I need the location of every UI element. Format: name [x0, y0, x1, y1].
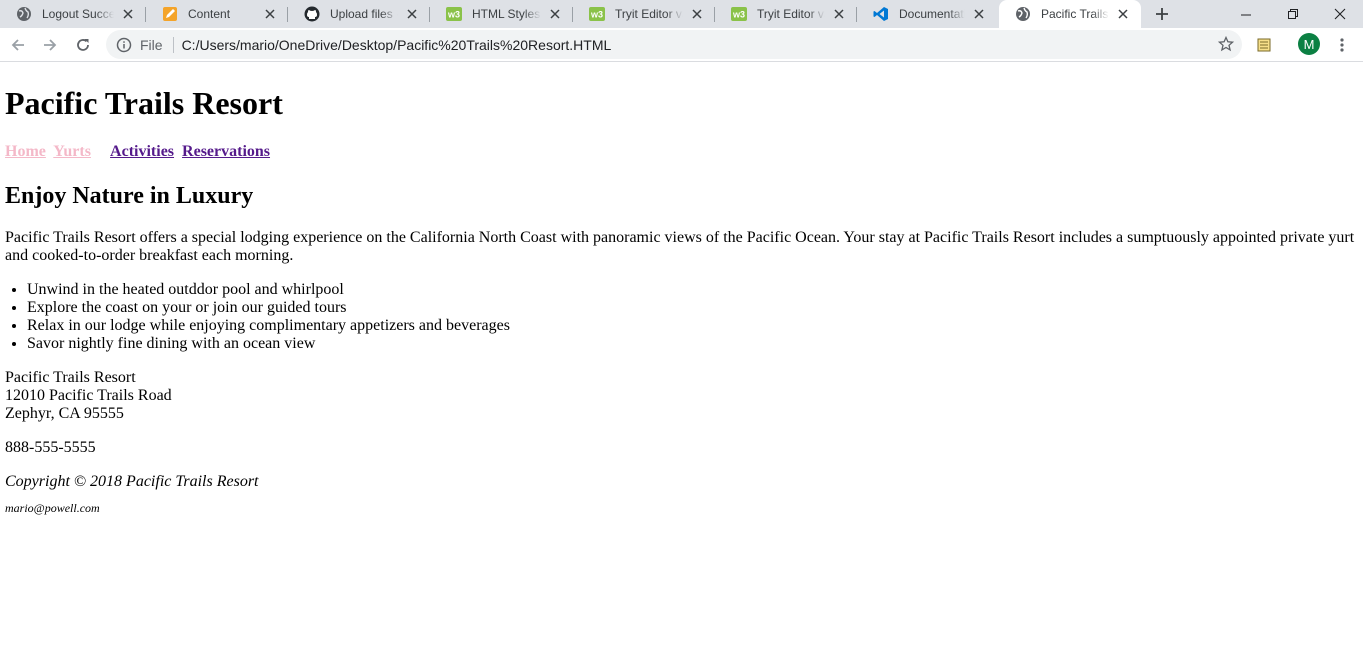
tab-title: HTML Styles: [472, 7, 541, 21]
list-item: Unwind in the heated outddor pool and wh…: [27, 281, 1358, 299]
tab-title: Pacific Trails Resort: [1041, 7, 1109, 21]
intro-paragraph: Pacific Trails Resort offers a special l…: [5, 229, 1355, 264]
list-item: Explore the coast on your or join our gu…: [27, 299, 1358, 317]
tab-title: Documentation: [899, 7, 965, 21]
nav-activities-link[interactable]: Activities: [110, 143, 174, 160]
minimize-icon: [1240, 14, 1251, 15]
close-icon: [1334, 8, 1346, 20]
tab-html-styles[interactable]: w3 HTML Styles: [430, 0, 573, 28]
arrow-right-icon: [44, 39, 57, 51]
tab-content[interactable]: Content: [146, 0, 288, 28]
url-text[interactable]: C:/Users/mario/OneDrive/Desktop/Pacific%…: [182, 37, 612, 53]
close-icon[interactable]: [971, 6, 987, 22]
tab-logout[interactable]: Logout Successful: [0, 0, 146, 28]
window-close-button[interactable]: [1317, 0, 1363, 28]
copyright-text: Copyright © 2018 Pacific Trails Resort: [5, 473, 259, 490]
scheme-label: File: [140, 36, 163, 53]
close-icon[interactable]: [262, 6, 278, 22]
close-icon[interactable]: [120, 6, 136, 22]
browser-toolbar: File C:/Users/mario/OneDrive/Desktop/Pac…: [0, 28, 1363, 62]
list-item: Savor nightly fine dining with an ocean …: [27, 335, 1358, 353]
profile-avatar[interactable]: M: [1298, 33, 1320, 55]
extension-icon: [1257, 38, 1271, 52]
github-icon: [304, 6, 320, 22]
plus-icon: [1156, 8, 1168, 20]
back-button[interactable]: [5, 32, 31, 58]
arrow-left-icon: [11, 39, 24, 51]
close-icon[interactable]: [404, 6, 420, 22]
restore-button[interactable]: [1270, 0, 1316, 28]
tab-pacific-trails[interactable]: Pacific Trails Resort: [999, 0, 1141, 28]
tab-tryit-editor-2[interactable]: w3 Tryit Editor v3.6: [715, 0, 857, 28]
tab-title: Upload files · mario: [330, 7, 398, 21]
list-item: Relax in our lodge while enjoying compli…: [27, 317, 1358, 335]
phone-number: 888-555-5555: [5, 439, 96, 456]
forward-button[interactable]: [37, 32, 63, 58]
nav-reservations-link[interactable]: Reservations: [182, 143, 270, 160]
svg-text:w3: w3: [732, 10, 745, 20]
reload-icon: [77, 39, 89, 51]
minimize-button[interactable]: [1223, 0, 1269, 28]
address-city: Zephyr, CA 95555: [5, 405, 124, 422]
vscode-icon: [873, 6, 889, 22]
tab-strip: Logout Successful Content Upload files ·…: [0, 0, 1363, 28]
tab-title: Logout Successful: [42, 7, 114, 21]
features-list: Unwind in the heated outddor pool and wh…: [5, 281, 1358, 353]
close-icon[interactable]: [831, 6, 847, 22]
tab-title: Tryit Editor v3.6: [615, 7, 683, 21]
svg-text:w3: w3: [447, 10, 460, 20]
address-name: Pacific Trails Resort: [5, 369, 136, 386]
tab-tryit-editor-1[interactable]: w3 Tryit Editor v3.6: [573, 0, 715, 28]
kebab-menu-icon: [1340, 38, 1344, 52]
tab-title: Content: [188, 7, 231, 21]
close-icon[interactable]: [689, 6, 705, 22]
globe-icon: [16, 6, 32, 22]
tab-documentation[interactable]: Documentation: [857, 0, 997, 28]
svg-text:w3: w3: [590, 10, 603, 20]
nav-yurts-link[interactable]: Yurts: [53, 143, 91, 160]
info-icon[interactable]: [116, 37, 132, 53]
page-title: Pacific Trails Resort: [5, 85, 283, 121]
restore-icon: [1287, 8, 1298, 19]
address-block: Pacific Trails Resort 12010 Pacific Trai…: [5, 369, 1358, 423]
w3schools-icon: w3: [731, 6, 747, 22]
reload-button[interactable]: [70, 32, 96, 58]
section-heading: Enjoy Nature in Luxury: [5, 183, 254, 209]
pencil-icon: [162, 6, 178, 22]
address-street: 12010 Pacific Trails Road: [5, 387, 172, 404]
new-tab-button[interactable]: [1151, 3, 1173, 25]
page-content: Pacific Trails Resort Home Yurts Activit…: [0, 63, 1363, 664]
site-nav: Home Yurts Activities Reservations: [5, 143, 1358, 161]
extension-button[interactable]: [1253, 34, 1275, 56]
tab-title: Tryit Editor v3.6: [757, 7, 825, 21]
email-text: mario@powell.com: [5, 501, 100, 515]
w3schools-icon: w3: [589, 6, 605, 22]
divider: [172, 36, 174, 53]
close-icon[interactable]: [547, 6, 563, 22]
address-bar[interactable]: File C:/Users/mario/OneDrive/Desktop/Pac…: [106, 30, 1242, 59]
w3schools-icon: w3: [446, 6, 462, 22]
globe-icon: [1015, 6, 1031, 22]
page-footer: Copyright © 2018 Pacific Trails Resort m…: [5, 473, 1358, 515]
close-icon[interactable]: [1115, 6, 1131, 22]
tab-upload-files[interactable]: Upload files · mario: [288, 0, 430, 28]
nav-home-link[interactable]: Home: [5, 143, 46, 160]
bookmark-star-icon[interactable]: [1217, 35, 1235, 52]
menu-button[interactable]: [1331, 34, 1353, 56]
